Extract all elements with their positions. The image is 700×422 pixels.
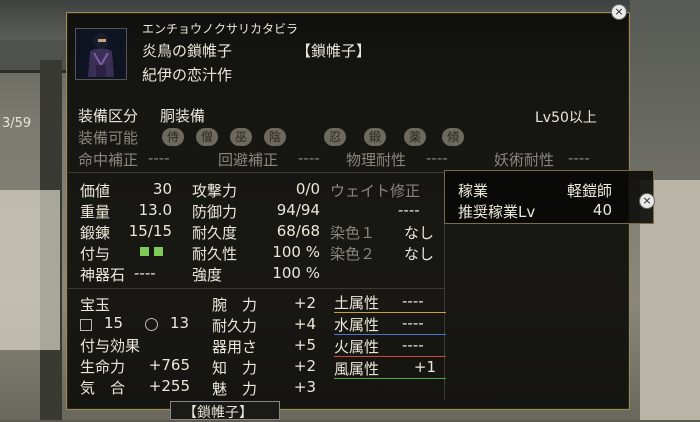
class-badge: 傾 [442, 128, 464, 146]
equip-slot-value: 胴装備 [160, 107, 206, 125]
stat-label: 重量 [80, 203, 111, 221]
item-subtitle: 紀伊の恋汁作 [142, 66, 233, 84]
class-badge: 巫 [230, 128, 252, 146]
modifier-label: 妖術耐性 [494, 151, 555, 169]
right-roof [630, 0, 700, 180]
divider [68, 288, 444, 289]
item-portrait [75, 28, 127, 80]
modifier-value: ---- [426, 149, 448, 167]
stat-value: 30 [152, 180, 172, 198]
effects-label: 付与効果 [80, 337, 141, 355]
square-gem-count: 15 [104, 314, 124, 332]
element-value: ---- [402, 336, 424, 354]
job-label: 稼業 [458, 182, 489, 200]
plaster-wall [0, 190, 60, 350]
class-badge: 鍛 [364, 128, 386, 146]
class-badge: 陰 [264, 128, 286, 146]
modifier-value: ---- [148, 149, 170, 167]
weight-mod-value: ---- [398, 201, 420, 219]
effect-value: +765 [148, 356, 190, 374]
attribute-value: +3 [293, 378, 316, 396]
effect-label: 生命力 [80, 358, 126, 376]
close-icon[interactable]: × [640, 194, 654, 208]
bottom-item-tab[interactable]: 【鎖帷子】 [170, 401, 280, 421]
gems-label: 宝玉 [80, 296, 111, 314]
stat-value: 100 % [272, 264, 320, 282]
element-label: 水属性 [334, 316, 380, 334]
equippable-label: 装備可能 [78, 129, 139, 147]
modifier-label: 命中補正 [78, 151, 139, 169]
close-icon[interactable]: × [612, 5, 626, 19]
stat-value: 0/0 [295, 180, 320, 198]
stat-value: 15/15 [128, 222, 172, 240]
modifier-value: ---- [568, 149, 590, 167]
attribute-label: 器用さ [212, 338, 258, 356]
stat-label: 付与 [80, 245, 111, 263]
stat-label: 神器石 [80, 266, 126, 284]
stat-value: 94/94 [276, 201, 320, 219]
round-gem-count: 13 [170, 314, 190, 332]
water-underline [334, 334, 446, 335]
attribute-label: 魅 力 [212, 380, 258, 398]
effect-value: +255 [148, 377, 190, 395]
attribute-value: +2 [293, 294, 316, 312]
item-category-tag: 【鎖帷子】 [296, 42, 372, 60]
class-badge: 僧 [196, 128, 218, 146]
stat-label: 鍛錬 [80, 224, 111, 242]
attribute-label: 耐久力 [212, 317, 258, 335]
attribute-label: 知 力 [212, 359, 258, 377]
attribute-value: +2 [293, 357, 316, 375]
stat-value: 13.0 [138, 201, 172, 219]
class-badge: 忍 [324, 128, 346, 146]
stat-value: 100 % [272, 243, 320, 261]
dye2-value: なし [404, 245, 435, 263]
dye1-label: 染色１ [330, 224, 376, 242]
stat-label: 攻撃力 [192, 182, 238, 200]
element-label: 土属性 [334, 294, 380, 312]
item-reading: エンチョウノクサリカタビラ [142, 22, 299, 36]
equip-slot-label: 装備区分 [78, 107, 139, 125]
weight-mod-label: ウェイト修正 [330, 182, 421, 200]
class-badge: 薬 [404, 128, 426, 146]
attribute-value: +5 [293, 336, 316, 354]
class-badge: 侍 [162, 128, 184, 146]
earth-underline [334, 312, 446, 313]
dye2-label: 染色２ [330, 245, 376, 263]
enchant-slot-icon [140, 247, 149, 256]
item-name: 炎鳥の鎖帷子 [142, 42, 233, 60]
element-label: 火属性 [334, 338, 380, 356]
dye1-value: なし [404, 224, 435, 242]
level-requirement: Lv50以上 [535, 110, 597, 126]
effect-label: 気 合 [80, 379, 126, 397]
stat-label: 防御力 [192, 203, 238, 221]
round-gem-icon [145, 318, 158, 331]
stat-label: 耐久性 [192, 245, 238, 263]
attribute-value: +4 [293, 315, 316, 333]
modifier-label: 回避補正 [218, 151, 279, 169]
ninja-figure-icon [76, 29, 126, 79]
square-gem-icon [80, 319, 92, 331]
job-value: 軽鎧師 [566, 182, 612, 200]
stat-label: 耐久度 [192, 224, 238, 242]
rec-level-label: 推奨稼業Lv [458, 203, 536, 221]
enchant-slot-icon [154, 247, 163, 256]
element-value: ---- [402, 292, 424, 310]
element-value: ---- [402, 314, 424, 332]
page-counter: 3/59 [2, 116, 32, 131]
rec-level-value: 40 [592, 201, 612, 219]
attribute-label: 腕 力 [212, 296, 258, 314]
modifier-label: 物理耐性 [346, 151, 407, 169]
stat-label: 価値 [80, 182, 111, 200]
fire-underline [334, 356, 446, 357]
element-value: +1 [413, 358, 436, 376]
stat-value: 68/68 [276, 222, 320, 240]
wind-underline [334, 378, 446, 379]
element-label: 風属性 [334, 360, 380, 378]
modifier-value: ---- [298, 149, 320, 167]
stat-value: ---- [134, 264, 156, 282]
stat-label: 強度 [192, 266, 223, 284]
